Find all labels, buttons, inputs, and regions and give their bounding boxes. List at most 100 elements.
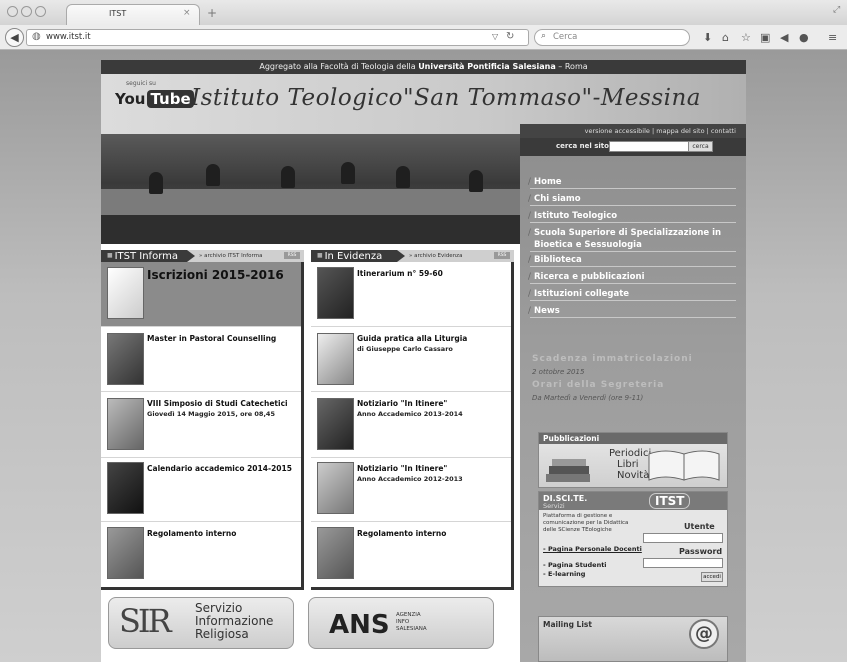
menu-icon[interactable]: ≡ (828, 31, 837, 44)
open-book-icon (648, 450, 720, 481)
item-thumbnail (317, 527, 354, 579)
ans-line: AGENZIA (396, 612, 421, 618)
browser-search-input[interactable]: ⌕ Cerca (534, 29, 690, 46)
sir-line: Religiosa (195, 627, 249, 641)
url-bar[interactable]: ◍ www.itst.it ▽ ↻ (26, 29, 529, 46)
list-item[interactable]: Regolamento interno (101, 521, 301, 587)
hero-person (469, 170, 483, 192)
docenti-link[interactable]: - Pagina Personale Docenti (543, 545, 642, 553)
mailing-list-banner[interactable]: Mailing List @ (538, 616, 728, 662)
item-subtitle: Anno Accademico 2013-2014 (357, 410, 463, 418)
item-thumbnail (107, 527, 144, 579)
item-title[interactable]: Notiziario "In Itinere" (357, 399, 447, 408)
list-item[interactable]: Master in Pastoral Counselling (101, 326, 301, 392)
username-input[interactable] (643, 533, 723, 543)
books-stack-icon (546, 459, 590, 482)
list-item[interactable]: Itinerarium n° 59-60 (311, 262, 511, 327)
list-item[interactable]: Regolamento interno (311, 521, 511, 587)
list-item[interactable]: Notiziario "In Itinere" Anno Accademico … (311, 391, 511, 458)
site-title[interactable]: Istituto Teologico"San Tommaso"-Messina (191, 85, 701, 111)
item-title[interactable]: Regolamento interno (357, 529, 446, 538)
in-evidenza-list: Itinerarium n° 59-60 Guida pratica alla … (311, 262, 514, 590)
ans-banner[interactable]: ANS AGENZIA INFO SALESIANA (308, 597, 494, 649)
nav-item-news[interactable]: News (528, 305, 736, 318)
home-icon[interactable]: ⌂ (722, 31, 729, 44)
ans-logo: ANS (329, 610, 390, 640)
item-thumbnail (317, 398, 354, 450)
nav-item-biblioteca[interactable]: Biblioteca (528, 254, 736, 267)
scadenza-date: 2 ottobre 2015 (532, 368, 585, 376)
elearning-link[interactable]: - E-learning (543, 570, 585, 578)
minimize-window-button[interactable] (21, 6, 32, 17)
reload-icon[interactable]: ↻ (506, 31, 514, 42)
hero-crowd (101, 215, 520, 244)
url-text[interactable]: www.itst.it (46, 32, 91, 42)
in-evidenza-archive-link[interactable]: » archivio Evidenza RSS (397, 250, 514, 262)
item-subtitle: di Giuseppe Carlo Cassaro (357, 345, 453, 353)
tab-close-icon[interactable]: × (183, 8, 191, 18)
download-icon[interactable]: ⬇ (703, 31, 712, 44)
nav-item-istituzioni[interactable]: Istituzioni collegate (528, 288, 736, 301)
affiliation-university: Università Pontificia Salesiana (418, 62, 556, 71)
pub-periodici: Periodici (609, 448, 652, 459)
list-item[interactable]: Calendario accademico 2014-2015 (101, 457, 301, 522)
search-icon: ⌕ (541, 31, 547, 41)
hero-person (149, 172, 163, 194)
rss-icon[interactable]: RSS (494, 252, 510, 259)
nav-item-istituto-teologico[interactable]: Istituto Teologico (528, 210, 736, 223)
list-item[interactable]: Iscrizioni 2015-2016 (101, 262, 301, 327)
rss-icon[interactable]: RSS (284, 252, 300, 259)
bookmark-star-icon[interactable]: ☆ (741, 31, 751, 44)
close-window-button[interactable] (7, 6, 18, 17)
nav-item-scuola-superiore[interactable]: Scuola Superiore di Specializzazione in … (528, 227, 736, 252)
item-title[interactable]: Notiziario "In Itinere" (357, 464, 447, 473)
item-title[interactable]: VIII Simposio di Studi Catechetici (147, 399, 288, 408)
new-tab-button[interactable]: + (207, 6, 217, 20)
login-button[interactable]: accedi (701, 572, 723, 582)
back-button[interactable]: ◀ (5, 28, 24, 47)
tab-title: ITST (109, 9, 127, 18)
list-item[interactable]: VIII Simposio di Studi Catechetici Giove… (101, 391, 301, 458)
item-title[interactable]: Itinerarium n° 59-60 (357, 269, 443, 278)
youtube-logo[interactable]: You Tube (115, 90, 194, 108)
share-icon[interactable]: ◀ (780, 31, 788, 44)
studenti-link[interactable]: - Pagina Studenti (543, 561, 607, 569)
sir-banner[interactable]: SIR Servizio Informazione Religiosa (108, 597, 294, 649)
item-title[interactable]: Regolamento interno (147, 529, 236, 538)
item-subtitle: Giovedì 14 Maggio 2015, ore 08,45 (147, 410, 275, 418)
fullscreen-icon[interactable]: ⤢ (833, 5, 840, 15)
password-label: Password (679, 547, 723, 556)
hero-person (206, 164, 220, 186)
in-evidenza-column: In Evidenza » archivio EvidenzaRSS Itine… (311, 244, 514, 590)
item-title[interactable]: Guida pratica alla Liturgia (357, 334, 467, 343)
hero-table (101, 189, 520, 215)
site-search-button[interactable]: cerca (688, 141, 713, 152)
item-title[interactable]: Iscrizioni 2015-2016 (147, 268, 284, 282)
nav-item-home[interactable]: Home (528, 176, 736, 189)
zoom-window-button[interactable] (35, 6, 46, 17)
youtube-you: You (115, 90, 146, 108)
dropdown-arrow-icon[interactable]: ▽ (492, 32, 498, 41)
item-title[interactable]: Master in Pastoral Counselling (147, 334, 276, 343)
utility-links[interactable]: versione accessibile | mappa del sito | … (520, 124, 746, 138)
itst-logo: ITST (649, 493, 691, 509)
bookmarks-icon[interactable]: ▣ (760, 31, 770, 44)
item-thumbnail (317, 333, 354, 385)
item-thumbnail (317, 267, 354, 319)
list-item[interactable]: Guida pratica alla Liturgia di Giuseppe … (311, 326, 511, 392)
ans-line: SALESIANA (396, 626, 427, 632)
hero-person (341, 162, 355, 184)
itst-informa-header: ITST Informa » archivio ITST InformaRSS (101, 250, 304, 262)
discite-description: Piattaforma di gestione e comunicazione … (543, 513, 629, 533)
list-item[interactable]: Notiziario "In Itinere" Anno Accademico … (311, 457, 511, 522)
nav-item-ricerca[interactable]: Ricerca e pubblicazioni (528, 271, 736, 284)
nav-item-chi-siamo[interactable]: Chi siamo (528, 193, 736, 206)
discite-servizi: Servizi (543, 502, 565, 510)
publications-banner[interactable]: Pubblicazioni Periodici Libri Novità (538, 432, 728, 488)
item-thumbnail (107, 267, 144, 319)
chat-icon[interactable]: ● (799, 31, 809, 44)
browser-tab[interactable]: ITST × (66, 4, 200, 25)
password-input[interactable] (643, 558, 723, 568)
item-title[interactable]: Calendario accademico 2014-2015 (147, 464, 292, 473)
itst-informa-archive-link[interactable]: » archivio ITST Informa RSS (187, 250, 304, 262)
